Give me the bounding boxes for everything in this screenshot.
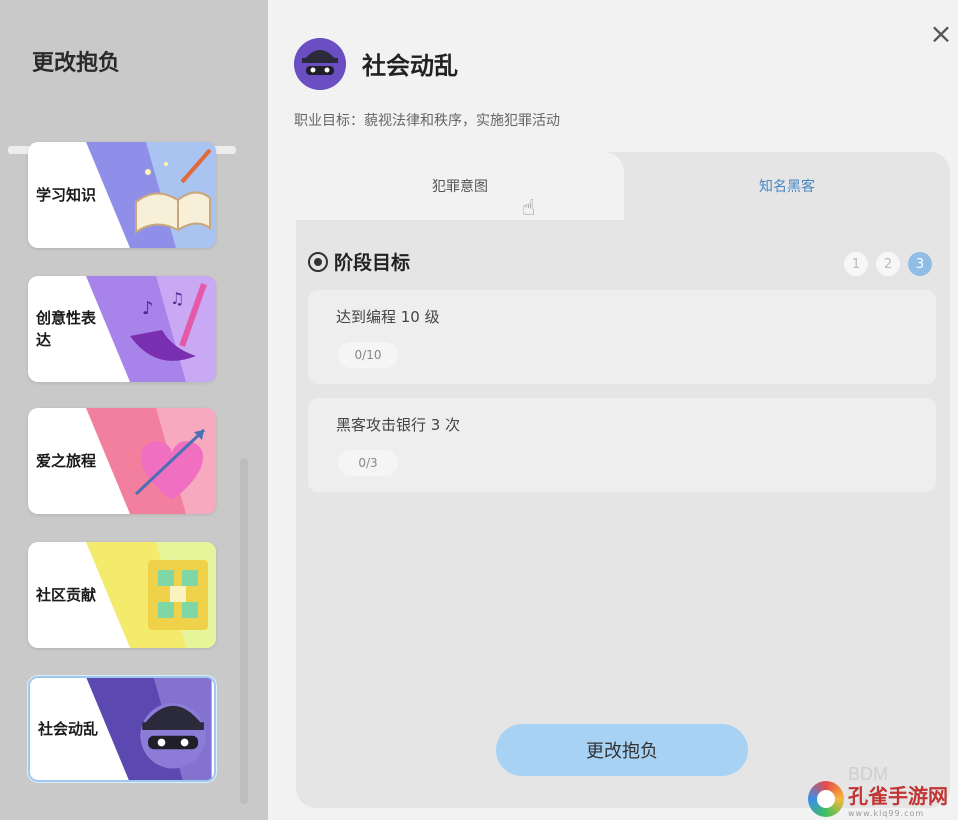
svg-text:♪: ♪ [142, 298, 154, 319]
task-text: 黑客攻击银行 3 次 [336, 416, 461, 434]
svg-text:♫: ♫ [170, 289, 184, 308]
site-logo-icon [808, 781, 844, 817]
aspiration-detail-panel: 犯罪意图 知名黑客 ☝ 阶段目标 1 2 3 达到编程 10 级 0/10 黑客… [296, 152, 950, 808]
task-progress: 0/3 [338, 450, 398, 476]
stage-heading: 阶段目标 [308, 248, 410, 275]
tab-criminal-intent[interactable]: 犯罪意图 [296, 152, 624, 220]
close-button[interactable]: × [928, 17, 954, 50]
sidebar-title: 更改抱负 [32, 51, 121, 76]
task-item: 黑客攻击银行 3 次 0/3 [308, 398, 936, 492]
task-text: 达到编程 10 级 [336, 308, 440, 326]
hand-cursor-icon: ☝ [522, 196, 536, 221]
sidebar-item-creative[interactable]: 创意性表达 ♪ ♫ [28, 276, 216, 382]
sidebar-item-label: 社会动乱 [38, 720, 99, 738]
sidebar-scrollbar[interactable] [240, 458, 248, 804]
stage-step-3[interactable]: 3 [908, 252, 932, 276]
target-icon [308, 251, 328, 272]
stage-heading-label: 阶段目标 [334, 252, 411, 274]
sidebar-item-community[interactable]: 社区贡献 [28, 542, 216, 648]
stage-steps: 1 2 3 [844, 252, 932, 276]
stage-step-1[interactable]: 1 [844, 252, 868, 276]
sidebar-item-label: 社区贡献 [36, 586, 97, 604]
site-name: 孔雀手游网 [848, 784, 948, 808]
task-item: 达到编程 10 级 0/10 [308, 290, 936, 384]
sidebar-item-love[interactable]: 爱之旅程 [28, 408, 216, 514]
sidebar-item-knowledge[interactable]: 学习知识 [28, 142, 216, 248]
career-goal-text: 职业目标：藐视法律和秩序，实施犯罪活动 [294, 113, 560, 129]
tab-famous-hacker[interactable]: 知名黑客 [624, 152, 950, 220]
sidebar-item-label: 创意性表达 [36, 309, 97, 349]
aspiration-sidebar: 更改抱负 学习知识 创意性表达 ♪ ♫ 爱之旅程 社区贡献 社会动乱 [0, 0, 268, 820]
site-watermark: 孔雀手游网 www.klq99.com [808, 778, 958, 820]
task-progress: 0/10 [338, 342, 398, 368]
bandit-avatar-icon [294, 38, 346, 90]
aspiration-title: 社会动乱 [362, 52, 458, 80]
sidebar-item-label: 学习知识 [36, 186, 97, 204]
change-aspiration-button[interactable]: 更改抱负 [496, 724, 748, 776]
stage-step-2[interactable]: 2 [876, 252, 900, 276]
sidebar-item-label: 爱之旅程 [36, 452, 97, 470]
sidebar-item-social-unrest[interactable]: 社会动乱 [28, 676, 216, 782]
site-url: www.klq99.com [848, 809, 925, 818]
